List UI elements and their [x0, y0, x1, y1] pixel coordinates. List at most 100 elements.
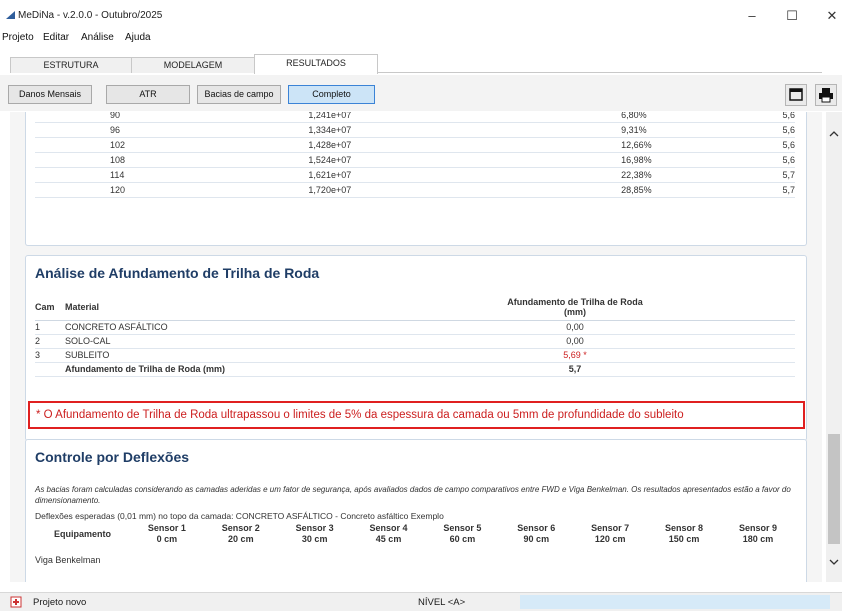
cell-mes: 108: [35, 152, 204, 168]
rutting-warning-box: * O Afundamento de Trilha de Roda ultrap…: [28, 401, 805, 429]
rutting-spacer: [695, 320, 795, 335]
sensor-distance: 150 cm: [668, 534, 700, 544]
rutting-warning-note: * O Afundamento de Trilha de Roda ultrap…: [36, 409, 684, 421]
cell-atr: 5,6: [777, 137, 795, 153]
menu-bar: Projeto Editar Análise Ajuda: [0, 31, 842, 47]
minimize-button[interactable]: –: [738, 6, 766, 26]
print-button[interactable]: [815, 84, 837, 106]
printer-icon: [819, 88, 833, 103]
deflections-title: Controle por Deflexões: [35, 449, 190, 465]
sensor-7-header: Sensor 7 120 cm: [573, 523, 647, 545]
rutting-cam: 2: [35, 334, 65, 349]
window-title: MeDiNa - v.2.0.0 - Outubro/2025: [18, 10, 163, 21]
col-rutting-label: Afundamento de Trilha de Roda: [507, 296, 643, 307]
scroll-up-icon[interactable]: [829, 130, 839, 138]
rutting-table: Cam Material Afundamento de Trilha de Ro…: [35, 294, 795, 377]
rutting-cam: 1: [35, 320, 65, 335]
cell-n: 1,524e+07: [203, 152, 507, 168]
sensor-distance: 0 cm: [156, 534, 178, 544]
rutting-spacer: [695, 348, 795, 363]
close-button[interactable]: ✕: [818, 6, 842, 26]
cell-pct: 22,38%: [506, 167, 778, 183]
sensor-2-header: Sensor 2 20 cm: [204, 523, 278, 545]
menu-analise[interactable]: Análise: [81, 32, 114, 43]
cell-atr: 5,7: [777, 167, 795, 183]
sensor-6-header: Sensor 6 90 cm: [499, 523, 573, 545]
cell-n: 1,241e+07: [203, 112, 507, 123]
deflections-expected-label: Deflexões esperadas (0,01 mm) no topo da…: [35, 511, 444, 521]
sensor-name: Sensor 7: [591, 523, 630, 533]
cell-n: 1,334e+07: [203, 122, 507, 138]
title-bar: MeDiNa - v.2.0.0 - Outubro/2025 – ☐ ✕: [0, 0, 842, 30]
sensor-name: Sensor 3: [295, 523, 334, 533]
cell-mes: 102: [35, 137, 204, 153]
table-row: 108 1,524e+07 16,98% 5,6: [35, 152, 795, 168]
table-row: 96 1,334e+07 9,31% 5,6: [35, 122, 795, 138]
deflections-panel: Controle por Deflexões As bacias foram c…: [25, 439, 807, 582]
rutting-total-row: Afundamento de Trilha de Roda (mm) 5,7: [35, 362, 795, 377]
rutting-row: 1 CONCRETO ASFÁLTICO 0,00: [35, 320, 795, 335]
rutting-value: 5,69 *: [455, 348, 695, 363]
scrollbar-thumb[interactable]: [828, 434, 840, 544]
tab-modelagem[interactable]: MODELAGEM: [131, 57, 255, 73]
col-material: Material: [65, 294, 455, 321]
rutting-material: CONCRETO ASFÁLTICO: [65, 320, 455, 335]
menu-ajuda[interactable]: Ajuda: [125, 32, 151, 43]
rutting-spacer: [695, 334, 795, 349]
cell-pct: 16,98%: [506, 152, 778, 168]
atr-button[interactable]: ATR: [106, 85, 190, 104]
menu-editar[interactable]: Editar: [43, 32, 69, 43]
rutting-value: 0,00: [455, 334, 695, 349]
scroll-down-icon[interactable]: [829, 558, 839, 566]
bacias-de-campo-button[interactable]: Bacias de campo: [197, 85, 281, 104]
table-row: 114 1,621e+07 22,38% 5,7: [35, 167, 795, 183]
sensor-distance: 180 cm: [742, 534, 774, 544]
menu-projeto[interactable]: Projeto: [2, 32, 34, 43]
rutting-total-value: 5,7: [455, 362, 695, 377]
sensor-distance: 60 cm: [449, 534, 476, 544]
col-cam: Cam: [35, 294, 65, 321]
table-row: 102 1,428e+07 12,66% 5,6: [35, 137, 795, 153]
vertical-scrollbar[interactable]: [826, 112, 842, 582]
danos-mensais-button[interactable]: Danos Mensais: [8, 85, 92, 104]
monthly-damage-panel: 90 1,241e+07 6,80% 5,6 96 1,334e+07 9,31% 5,6 10…: [25, 112, 807, 246]
cell-n: 1,621e+07: [203, 167, 507, 183]
cell-mes: 96: [35, 122, 204, 138]
status-progress-area: [520, 595, 830, 609]
status-bar: Projeto novo NÍVEL <A>: [0, 592, 842, 611]
window-icon: [789, 88, 803, 101]
sensor-distance: 120 cm: [594, 534, 626, 544]
cell-pct: 12,66%: [506, 137, 778, 153]
col-rutting-unit: (mm): [564, 306, 586, 317]
sensor-distance: 30 cm: [301, 534, 328, 544]
sensor-name: Sensor 4: [369, 523, 408, 533]
project-status-icon: [10, 596, 22, 608]
sensor-distance: 20 cm: [228, 534, 254, 544]
rutting-material: SUBLEITO: [65, 348, 455, 363]
table-row: 90 1,241e+07 6,80% 5,6: [35, 112, 795, 123]
tab-resultados[interactable]: RESULTADOS: [254, 54, 378, 74]
sensor-8-header: Sensor 8 150 cm: [647, 523, 721, 545]
maximize-button[interactable]: ☐: [778, 6, 806, 26]
deflections-table: Equipamento Sensor 10 cm Sensor 2 20 cm Sens…: [35, 523, 795, 565]
cell-pct: 6,80%: [506, 112, 778, 123]
rutting-value: 0,00: [455, 320, 695, 335]
monthly-damage-table: 90 1,241e+07 6,80% 5,6 96 1,334e+07 9,31% 5,6 10…: [35, 112, 795, 198]
sensor-name: Sensor 6: [517, 523, 556, 533]
rutting-material: SOLO-CAL: [65, 334, 455, 349]
sensor-name: Sensor 9: [738, 523, 778, 533]
tab-bar: ESTRUTURA MODELAGEM RESULTADOS: [10, 54, 822, 74]
cell-pct: 9,31%: [506, 122, 778, 138]
cell-mes: 114: [35, 167, 204, 183]
tab-estrutura[interactable]: ESTRUTURA: [10, 57, 132, 73]
window-view-button[interactable]: [785, 84, 807, 106]
completo-button[interactable]: Completo: [288, 85, 375, 104]
rutting-cam: 3: [35, 348, 65, 363]
status-level: NÍVEL <A>: [418, 597, 466, 608]
cell-mes: 90: [35, 112, 204, 123]
cell-atr: 5,6: [777, 112, 795, 123]
cell-atr: 5,6: [777, 152, 795, 168]
equipment-viga-benkelman: Viga Benkelman: [35, 555, 101, 565]
rutting-title: Análise de Afundamento de Trilha de Roda: [35, 265, 320, 281]
rutting-total-label: Afundamento de Trilha de Roda (mm): [65, 362, 455, 377]
